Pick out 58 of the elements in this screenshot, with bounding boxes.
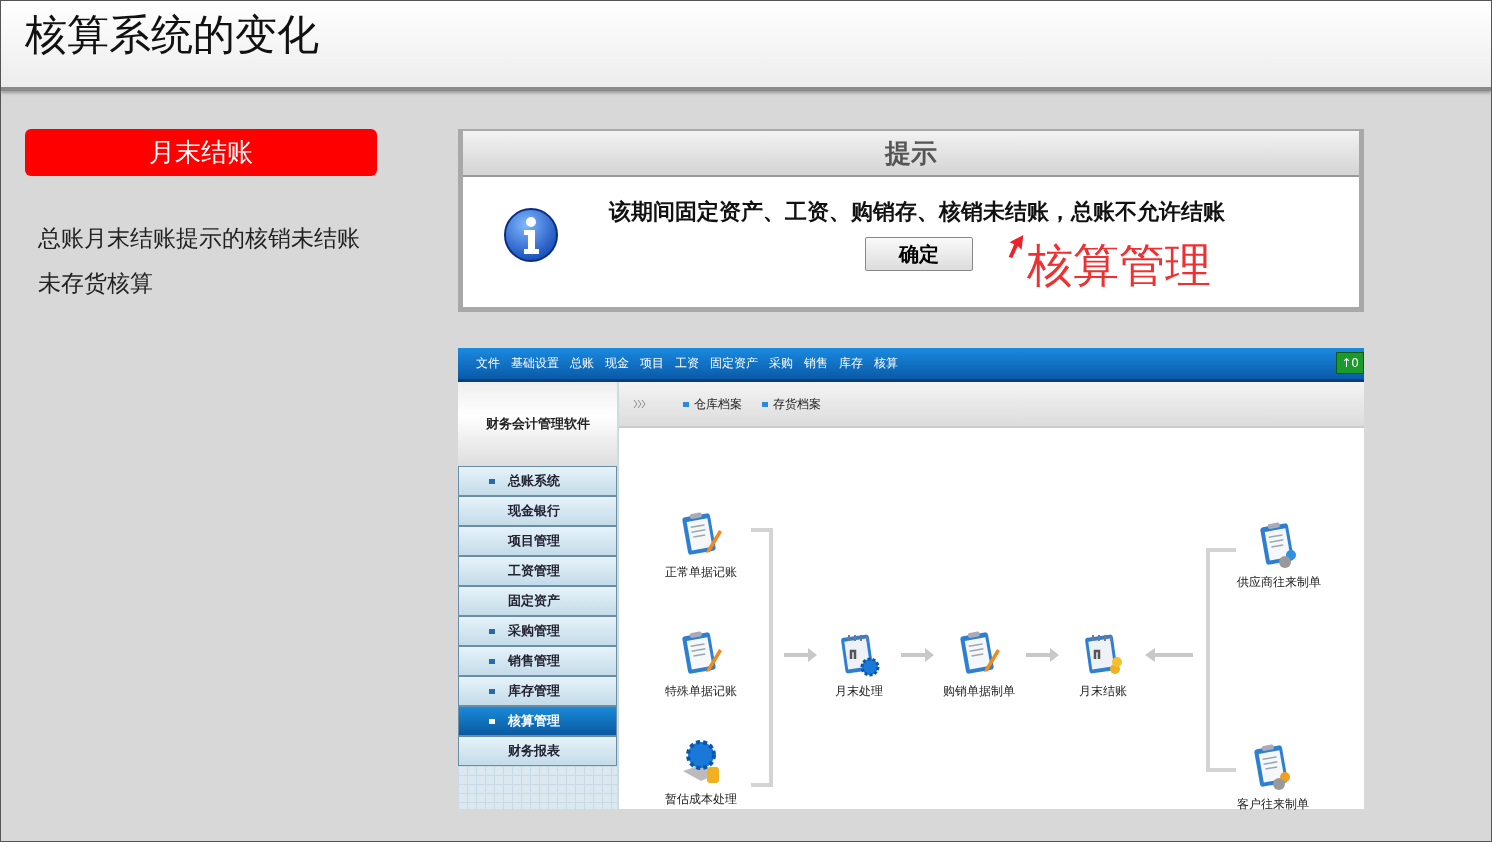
arrow [901, 648, 934, 662]
status-badge: ↑0 [1336, 352, 1364, 374]
sidebar-label: 现金银行 [508, 502, 560, 520]
description-text: 总账月末结账提示的核销未结账未存货核算 [38, 224, 361, 298]
sidebar-item[interactable]: 销售管理 [458, 646, 617, 676]
sidebar-item[interactable]: 固定资产 [458, 586, 617, 616]
sidebar-item[interactable]: 核算管理 [458, 706, 617, 736]
flow-step-label: 正常单据记账 [665, 564, 737, 581]
menu-item[interactable]: 工资 [675, 355, 699, 372]
menu-item[interactable]: 基础设置 [511, 355, 559, 372]
app-title: 财务会计管理软件 [458, 382, 617, 466]
sidebar-label: 库存管理 [508, 682, 560, 700]
menu-item[interactable]: 固定资产 [710, 355, 758, 372]
dialog-message: 该期间固定资产、工资、购销存、核销未结账，总账不允许结账 [609, 198, 1225, 226]
dialog-title: 提示 [463, 131, 1359, 177]
sidebar-item[interactable]: 库存管理 [458, 676, 617, 706]
sidebar-item[interactable]: 总账系统 [458, 466, 617, 496]
arrow [1026, 648, 1059, 662]
flow-step-label: 暂估成本处理 [665, 791, 737, 808]
sidebar-label: 固定资产 [508, 592, 560, 610]
flow-step-label: 月末处理 [835, 683, 883, 700]
sidebar-label: 总账系统 [508, 472, 560, 490]
flow-step-label: 月末结账 [1079, 683, 1127, 700]
menu-item[interactable]: 核算 [874, 355, 898, 372]
info-icon [503, 207, 559, 263]
slide-title: 核算系统的变化 [24, 11, 320, 60]
sidebar-label: 采购管理 [508, 622, 560, 640]
flow-step-label: 购销单据制单 [943, 683, 1015, 700]
menu-item[interactable]: 总账 [570, 355, 594, 372]
menu-item[interactable]: 销售 [804, 355, 828, 372]
menu-item[interactable]: 文件 [476, 355, 500, 372]
sidebar-label: 核算管理 [508, 712, 560, 730]
chevrons-icon [633, 399, 647, 409]
menu-item[interactable]: 现金 [605, 355, 629, 372]
sidebar-label: 项目管理 [508, 532, 560, 550]
section-label: 月末结账 [25, 129, 377, 176]
ok-button[interactable]: 确定 [865, 237, 973, 271]
sidebar-item[interactable]: 财务报表 [458, 736, 617, 766]
sidebar-item[interactable]: 项目管理 [458, 526, 617, 556]
flow-step-label: 客户往来制单 [1237, 796, 1309, 813]
bullet-icon [683, 401, 689, 407]
menu-item[interactable]: 采购 [769, 355, 793, 372]
menu-item[interactable]: 项目 [640, 355, 664, 372]
toolbar-link[interactable]: 存货档案 [762, 395, 821, 413]
sidebar-item[interactable]: 采购管理 [458, 616, 617, 646]
flow-step-label: 供应商往来制单 [1237, 574, 1321, 591]
annotation-text: 核算管理 [1027, 243, 1211, 289]
menu-item[interactable]: 库存 [839, 355, 863, 372]
arrow [1145, 648, 1193, 662]
sidebar-label: 销售管理 [508, 652, 560, 670]
arrow [784, 648, 817, 662]
bullet-icon [762, 401, 768, 407]
sidebar-label: 财务报表 [508, 742, 560, 760]
toolbar-link[interactable]: 仓库档案 [683, 395, 742, 413]
flow-step-label: 特殊单据记账 [665, 683, 737, 700]
sidebar-item[interactable]: 现金银行 [458, 496, 617, 526]
sidebar-item[interactable]: 工资管理 [458, 556, 617, 586]
sidebar-label: 工资管理 [508, 562, 560, 580]
